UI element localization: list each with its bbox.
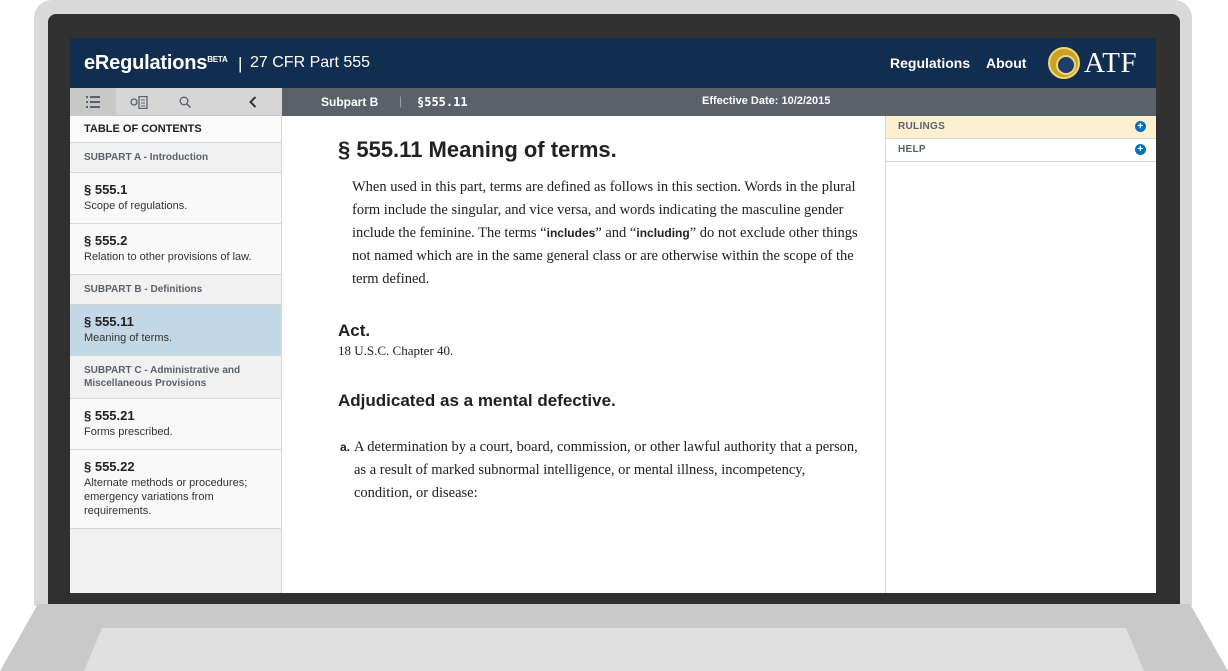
defined-term-link[interactable]: includes [547,226,596,240]
nav-regulations-link[interactable]: Regulations [890,55,970,71]
main-content: § 555.11 Meaning of terms. When used in … [282,88,885,593]
toc-item-description: Scope of regulations. [84,200,188,212]
expand-plus-icon[interactable]: + [1135,121,1146,132]
regulation-text: § 555.11 Meaning of terms. When used in … [338,116,858,505]
definition-text-act: 18 U.S.C. Chapter 40. [338,343,454,358]
regulation-part-title[interactable]: 27 CFR Part 555 [250,54,370,72]
collapse-sidebar-icon[interactable] [230,88,276,116]
intro-text: ” and “ [595,225,637,241]
beta-badge: BETA [207,55,228,64]
toc-subpart-a[interactable]: SUBPART A - Introduction [70,143,281,173]
rulings-section[interactable]: RULINGS + [886,116,1156,139]
sidebar-tabs [70,88,281,116]
toc-title: TABLE OF CONTENTS [70,116,281,143]
toc-item-555-11[interactable]: § 555.11 Meaning of terms. [70,305,281,356]
toc-item-description: Relation to other provisions of law. [84,251,252,263]
brand-separator: | [238,54,243,73]
toc-item-number: § 555.21 [84,408,135,423]
search-icon[interactable] [162,88,208,116]
defined-term-link[interactable]: including [636,226,689,240]
atf-logo[interactable]: ATF [1084,47,1137,80]
help-section[interactable]: HELP + [886,139,1156,162]
list-item: a. A determination by a court, board, com… [340,436,858,505]
atf-seal-icon [1048,47,1080,79]
intro-paragraph: When used in this part, terms are define… [352,176,858,291]
nav-about-link[interactable]: About [986,55,1026,71]
toc-item-description: Forms prescribed. [84,426,173,438]
toc-subpart-b[interactable]: SUBPART B - Definitions [70,275,281,305]
toc-item-555-22[interactable]: § 555.22 Alternate methods or procedures… [70,450,281,529]
top-navigation-bar: eRegulationsBETA | 27 CFR Part 555 Regul… [70,38,1156,88]
list-item-text: A determination by a court, board, commi… [354,439,858,501]
toc-subpart-c[interactable]: SUBPART C - Administrative and Miscellan… [70,356,281,399]
toc-item-number: § 555.11 [84,314,134,329]
brand-logo[interactable]: eRegulationsBETA [84,52,228,75]
screen: eRegulationsBETA | 27 CFR Part 555 Regul… [70,38,1156,593]
toc-item-number: § 555.22 [84,459,135,474]
toc-item-description: Alternate methods or procedures; emergen… [84,477,248,517]
definition-title-mental-defective: Adjudicated as a mental defective. [338,391,616,410]
toc-item-description: Meaning of terms. [84,332,173,344]
toc-item-555-1[interactable]: § 555.1 Scope of regulations. [70,173,281,224]
brand-name: eRegulations [84,52,208,74]
history-icon[interactable] [116,88,162,116]
toc-item-555-21[interactable]: § 555.21 Forms prescribed. [70,399,281,450]
help-label: HELP [898,144,926,155]
expand-plus-icon[interactable]: + [1135,144,1146,155]
toc-item-555-2[interactable]: § 555.2 Relation to other provisions of … [70,224,281,275]
toc-item-number: § 555.2 [84,233,128,248]
list-marker: a. [340,440,351,454]
rulings-label: RULINGS [898,121,946,132]
table-of-contents-icon[interactable] [70,88,116,116]
right-sidebar: RULINGS + HELP + [885,116,1156,593]
section-title: § 555.11 Meaning of terms. [338,137,617,162]
laptop-base-inner [84,628,1144,671]
toc-item-number: § 555.1 [84,182,128,197]
sidebar: TABLE OF CONTENTS SUBPART A - Introducti… [70,88,282,593]
definition-title-act: Act. [338,321,371,340]
